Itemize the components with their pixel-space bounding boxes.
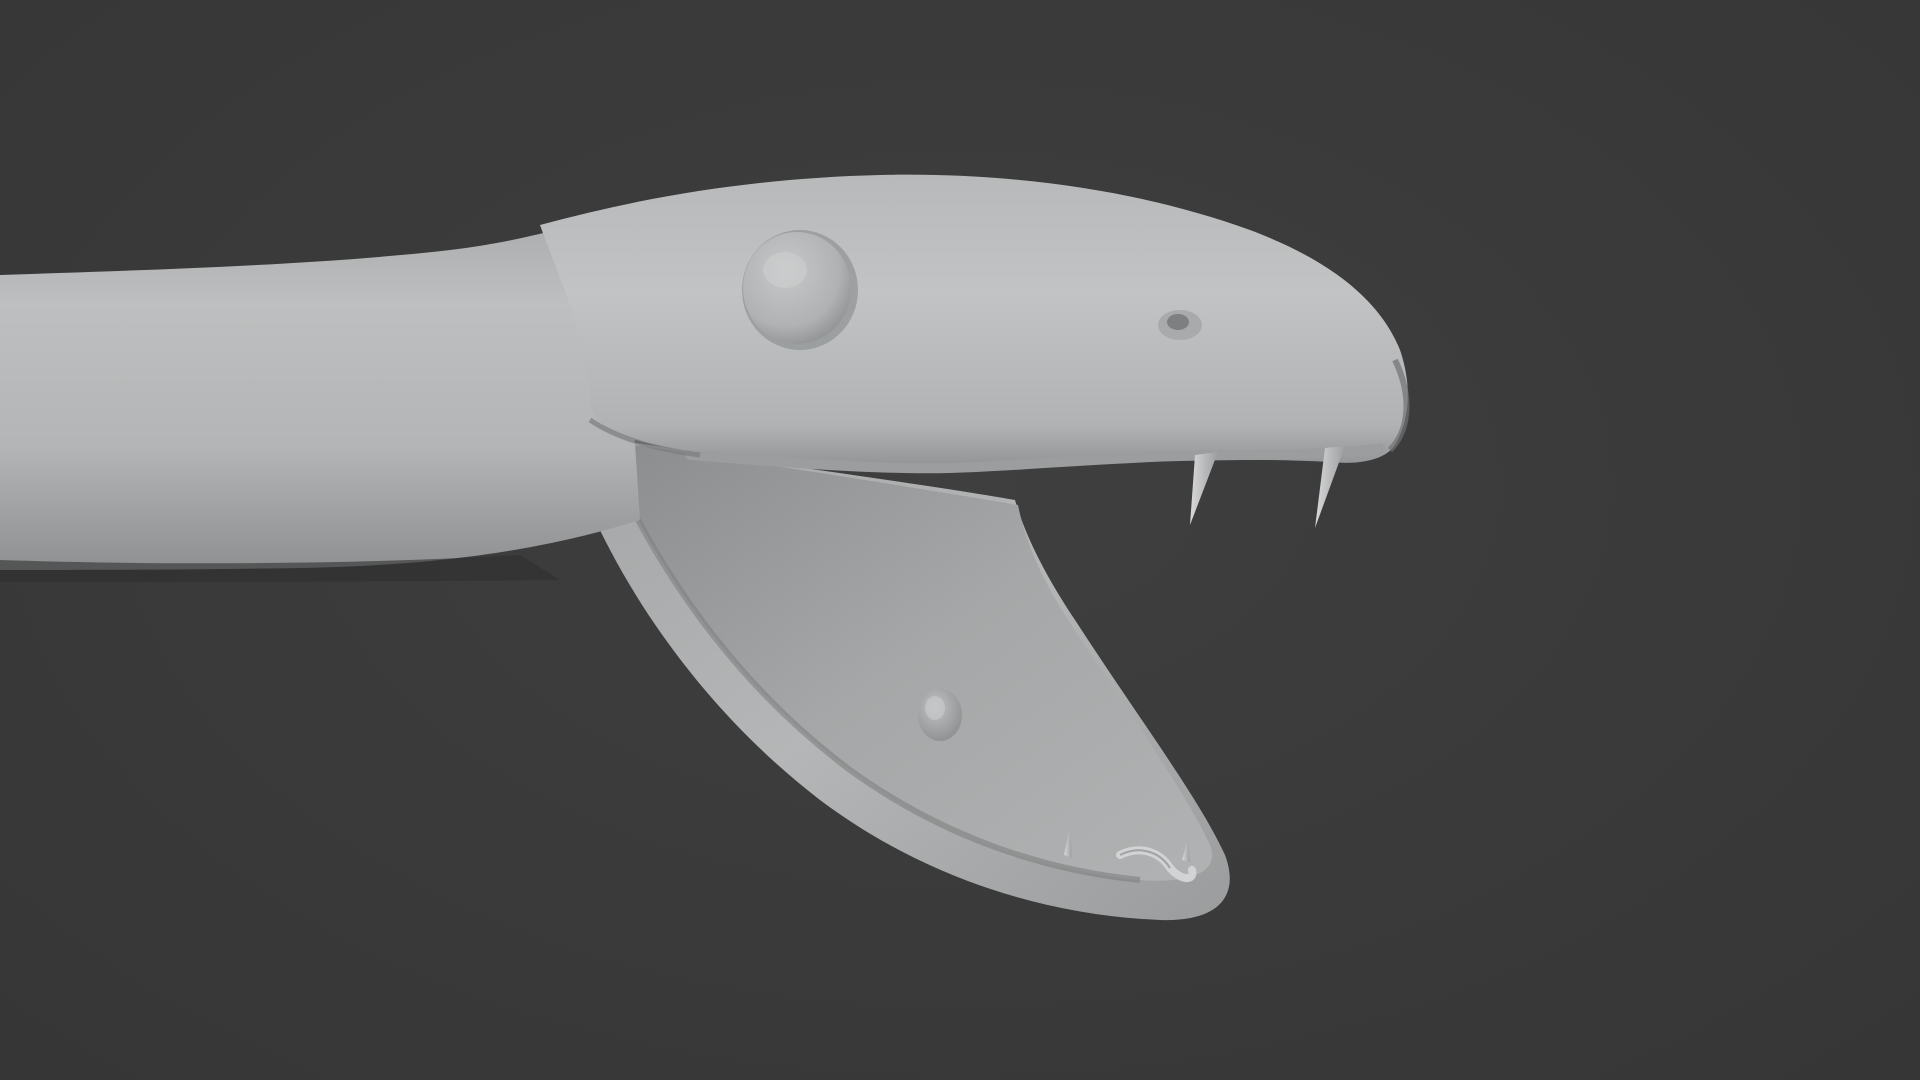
snake-model-render — [0, 174, 1410, 921]
3d-viewport[interactable] — [0, 0, 1920, 1080]
glottis — [918, 689, 962, 741]
neck — [0, 215, 640, 582]
nostril — [1158, 310, 1202, 340]
eye — [742, 230, 858, 350]
upper-jaw — [540, 174, 1410, 474]
lower-jaw — [560, 430, 1230, 921]
